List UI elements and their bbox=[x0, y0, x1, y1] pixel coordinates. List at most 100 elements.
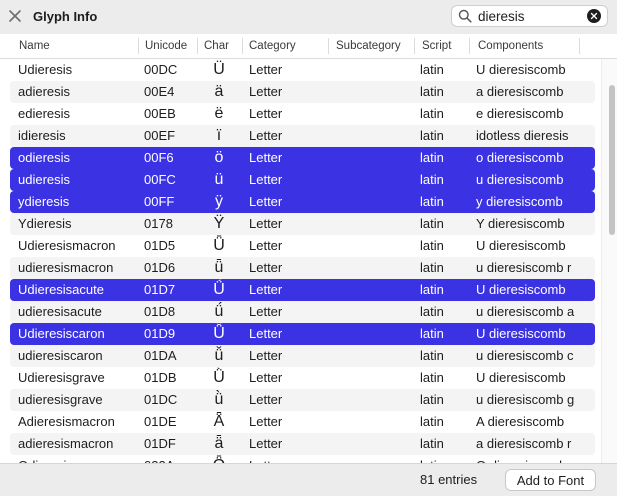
cell-subcategory bbox=[336, 103, 414, 125]
column-divider[interactable] bbox=[579, 38, 580, 54]
clear-search-button[interactable] bbox=[587, 9, 601, 23]
search-field[interactable] bbox=[451, 5, 608, 27]
cell-name: Udieresisacute bbox=[18, 282, 104, 297]
cell-name: adieresis bbox=[18, 84, 71, 99]
cell-char: ÿ bbox=[215, 193, 223, 210]
table-row[interactable]: Ydieresis 0178 Ÿ Letter latin Y dieresiscomb bbox=[10, 213, 595, 235]
cell-char: Ǚ bbox=[213, 325, 225, 342]
table-row[interactable]: udieresis 00FC ü Letter latin u dieresiscomb bbox=[10, 169, 595, 191]
cell-subcategory bbox=[336, 389, 414, 411]
cell-name: Udieresiscaron bbox=[18, 326, 105, 341]
cell-category: Letter bbox=[249, 238, 283, 253]
cell-unicode: 00F6 bbox=[144, 150, 174, 165]
cell-char: ï bbox=[216, 127, 222, 144]
close-button[interactable] bbox=[6, 7, 26, 27]
cell-script: latin bbox=[420, 216, 444, 231]
column-header-category[interactable]: Category bbox=[249, 34, 296, 58]
cell-components: u dieresiscomb a bbox=[476, 304, 575, 319]
cell-script: latin bbox=[420, 392, 444, 407]
cell-subcategory bbox=[336, 301, 414, 323]
column-divider[interactable] bbox=[138, 38, 139, 54]
cell-name: udieresismacron bbox=[18, 260, 114, 275]
table-row[interactable]: Udieresisacute 01D7 Ǘ Letter latin U dieresis… bbox=[10, 279, 595, 301]
table-row[interactable]: Udieresis 00DC Ü Letter latin U dieresiscomb bbox=[10, 59, 595, 81]
cell-script: latin bbox=[420, 326, 444, 341]
cell-script: latin bbox=[420, 150, 444, 165]
cell-unicode: 00EB bbox=[144, 106, 176, 121]
cell-components: u dieresiscomb g bbox=[476, 392, 575, 407]
cell-name: Udieresisgrave bbox=[18, 370, 105, 385]
cell-char: ǘ bbox=[214, 303, 224, 320]
cell-script: latin bbox=[420, 414, 444, 429]
column-header-components[interactable]: Components bbox=[478, 34, 543, 58]
cell-name: udieresis bbox=[18, 172, 71, 187]
cell-category: Letter bbox=[249, 455, 329, 463]
column-divider[interactable] bbox=[197, 38, 198, 54]
cell-category: Letter bbox=[249, 150, 283, 165]
cell-name: Ydieresis bbox=[18, 216, 72, 231]
column-header-script[interactable]: Script bbox=[422, 34, 451, 58]
column-header-name[interactable]: Name bbox=[19, 34, 50, 58]
cell-components: u dieresiscomb bbox=[476, 172, 564, 187]
cell-subcategory bbox=[336, 279, 414, 301]
cell-unicode: 01DB bbox=[144, 370, 177, 385]
table-row[interactable]: Udieresiscaron 01D9 Ǚ Letter latin U dieresis… bbox=[10, 323, 595, 345]
cell-category: Letter bbox=[249, 62, 283, 77]
close-icon bbox=[9, 10, 21, 22]
column-divider[interactable] bbox=[328, 38, 329, 54]
cell-category: Letter bbox=[249, 260, 283, 275]
column-divider[interactable] bbox=[414, 38, 415, 54]
table-row[interactable]: ydieresis 00FF ÿ Letter latin y dieresiscomb bbox=[10, 191, 595, 213]
table-row[interactable]: idieresis 00EF ï Letter latin idotless dieres… bbox=[10, 125, 595, 147]
cell-subcategory bbox=[336, 191, 414, 213]
table-row[interactable]: udieresisacute 01D8 ǘ Letter latin u dieresis… bbox=[10, 301, 595, 323]
cell-char: Ǜ bbox=[213, 369, 225, 386]
cell-name: adieresismacron bbox=[18, 436, 114, 451]
cell-script: latin bbox=[420, 348, 444, 363]
cell-category: Letter bbox=[249, 414, 283, 429]
entries-count: 81 entries bbox=[420, 472, 478, 487]
cell-category: Letter bbox=[249, 216, 283, 231]
cell-unicode: 01D9 bbox=[144, 326, 176, 341]
column-header-unicode[interactable]: Unicode bbox=[145, 34, 187, 58]
cell-components: a dieresiscomb bbox=[476, 84, 564, 99]
table-row[interactable]: Udieresismacron 01D5 Ǖ Letter latin U dieresi… bbox=[10, 235, 595, 257]
scrollbar-thumb[interactable] bbox=[609, 85, 615, 235]
cell-name: ydieresis bbox=[18, 194, 70, 209]
table-row[interactable]: adieresismacron 01DF ǟ Letter latin a dieresi… bbox=[10, 433, 595, 455]
cell-script: latin bbox=[420, 62, 444, 77]
table-row[interactable]: edieresis 00EB ë Letter latin e dieresiscomb bbox=[10, 103, 595, 125]
table-row[interactable]: udieresisgrave 01DC ǜ Letter latin u dieresis… bbox=[10, 389, 595, 411]
table-row[interactable]: udieresiscaron 01DA ǚ Letter latin u dieresis… bbox=[10, 345, 595, 367]
table-header: Name Unicode Char Category Subcategory S… bbox=[0, 34, 617, 59]
table-row[interactable]: Odieresismacron 022A Ȫ Letter latin O dieresi… bbox=[10, 455, 595, 463]
column-divider[interactable] bbox=[242, 38, 243, 54]
column-divider[interactable] bbox=[469, 38, 470, 54]
column-header-char[interactable]: Char bbox=[204, 34, 229, 58]
table-row[interactable]: adieresis 00E4 ä Letter latin a dieresiscomb bbox=[10, 81, 595, 103]
cell-components: U dieresiscomb bbox=[476, 282, 566, 297]
cell-category: Letter bbox=[249, 172, 283, 187]
table-row[interactable]: Adieresismacron 01DE Ǟ Letter latin A dieresi… bbox=[10, 411, 595, 433]
cell-components: U dieresiscomb bbox=[476, 62, 566, 77]
glyph-table[interactable]: Udieresis 00DC Ü Letter latin U dieresiscomb a… bbox=[0, 59, 617, 463]
cell-unicode: 01D8 bbox=[144, 304, 176, 319]
cell-unicode: 01DA bbox=[144, 348, 177, 363]
column-header-subcategory[interactable]: Subcategory bbox=[336, 34, 401, 58]
cell-char: ǚ bbox=[214, 347, 224, 364]
cell-char: Ȫ bbox=[207, 455, 231, 463]
cell-subcategory bbox=[336, 345, 414, 367]
cell-subcategory bbox=[336, 235, 414, 257]
vertical-scrollbar[interactable] bbox=[601, 59, 617, 463]
table-row[interactable]: odieresis 00F6 ö Letter latin o dieresiscomb bbox=[10, 147, 595, 169]
cell-components: Y dieresiscomb bbox=[476, 216, 565, 231]
cell-subcategory bbox=[336, 59, 414, 81]
cell-components: A dieresiscomb bbox=[476, 414, 565, 429]
cell-script: latin bbox=[420, 238, 444, 253]
cell-char: ǟ bbox=[214, 435, 224, 452]
table-row[interactable]: Udieresisgrave 01DB Ǜ Letter latin U dieresis… bbox=[10, 367, 595, 389]
cell-char: Ÿ bbox=[213, 215, 225, 232]
add-to-font-button[interactable]: Add to Font bbox=[505, 469, 596, 491]
table-row[interactable]: udieresismacron 01D6 ǖ Letter latin u dieresi… bbox=[10, 257, 595, 279]
search-input[interactable] bbox=[478, 7, 578, 25]
